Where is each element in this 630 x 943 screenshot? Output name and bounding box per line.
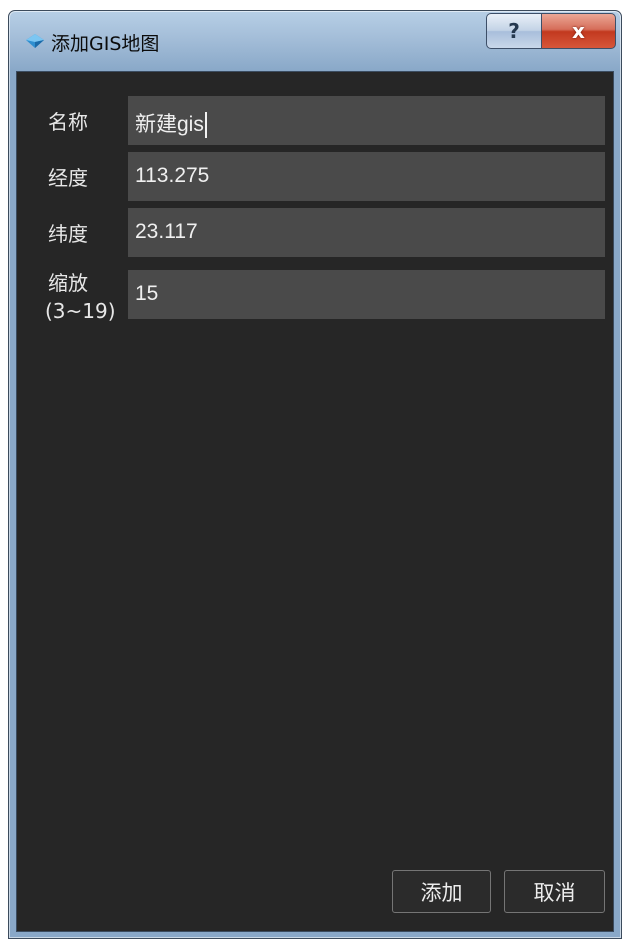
name-field[interactable]: 新建gis [128,96,605,145]
latitude-value: 23.117 [135,220,198,243]
longitude-label: 经度 [48,166,88,190]
help-icon: ? [508,19,520,43]
latitude-field[interactable]: 23.117 [128,208,605,257]
zoom-value: 15 [135,282,159,305]
text-caret [204,112,207,139]
longitude-field[interactable]: 113.275 [128,152,605,201]
help-button[interactable]: ? [486,13,542,49]
close-button[interactable]: x [542,13,616,49]
name-label: 名称 [48,110,88,134]
dialog-window: 添加GIS地图 ? x 名称 新建gis 经度 113.275 纬度 23.11… [8,10,622,939]
dialog-content: 名称 新建gis 经度 113.275 纬度 23.117 缩放 (3~19) … [16,71,614,932]
app-icon [26,34,44,48]
add-button[interactable]: 添加 [392,870,491,913]
name-value: 新建gis [135,108,207,139]
zoom-field[interactable]: 15 [128,270,605,319]
window-title: 添加GIS地图 [51,33,160,55]
cancel-button[interactable]: 取消 [504,870,605,913]
zoom-range-label: (3~19) [45,299,116,323]
caption-buttons: ? x [486,13,616,51]
close-icon: x [572,19,585,43]
title-bar[interactable]: 添加GIS地图 ? x [9,11,621,71]
zoom-label: 缩放 [48,271,88,295]
longitude-value: 113.275 [135,164,210,187]
latitude-label: 纬度 [48,222,88,246]
